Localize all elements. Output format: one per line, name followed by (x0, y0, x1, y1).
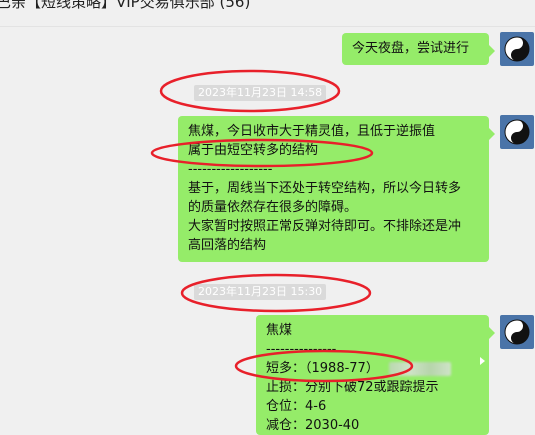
avatar[interactable] (500, 32, 534, 66)
message-line: 焦煤 (266, 323, 293, 338)
yin-yang-icon (504, 36, 530, 62)
message-bubble-2[interactable]: 焦煤，今日收市大于精灵值，且低于逆振值 属于由短空转多的结构 ---------… (178, 116, 495, 262)
message-line-text: 短多：（1988-77） (266, 361, 379, 376)
yin-yang-icon (504, 319, 530, 345)
yin-yang-icon (504, 119, 530, 145)
timestamp: 2023年11月23日 15:30 (194, 284, 327, 300)
message-line: 基于，周线当下还处于转空结构，所以今日转多 (188, 181, 462, 196)
bubble-scroll-arrow[interactable] (480, 357, 485, 365)
message-line: --------------- (266, 342, 337, 357)
message-line: 短多：（1988-77） (266, 359, 479, 378)
message-bubble-1[interactable]: 今天夜盘，尝试进行 (342, 33, 495, 65)
message-line: 高回落的结构 (188, 238, 267, 253)
window-title-bar: 巴亲【短线策略】VIP交易俱乐部 (56) (0, 0, 535, 18)
message-line: 减仓：2030-40 (266, 418, 360, 433)
avatar[interactable] (500, 315, 534, 349)
message-line: 焦煤，今日收市大于精灵值，且低于逆振值 (188, 124, 436, 139)
message-line: 止损：分别下破72或跟踪提示 (266, 380, 439, 395)
redacted-area (388, 361, 451, 376)
avatar[interactable] (500, 115, 534, 149)
message-line: 的质量依然存在很多的障碍。 (188, 200, 358, 215)
timestamp: 2023年11月23日 14:58 (194, 85, 327, 101)
message-line: 仓位：4-6 (266, 399, 327, 414)
message-line: 大家暂时按照正常反弹对待即可。不排除还是冲 (188, 219, 462, 234)
message-text: 今天夜盘，尝试进行 (352, 41, 470, 56)
message-bubble-3[interactable]: 焦煤 --------------- 短多：（1988-77） 止损：分别下破7… (256, 315, 495, 435)
window-title: 巴亲【短线策略】VIP交易俱乐部 (56) (0, 0, 251, 11)
title-divider (0, 26, 535, 27)
message-line: ------------------ (188, 162, 273, 177)
message-line: 属于由短空转多的结构 (188, 143, 319, 158)
